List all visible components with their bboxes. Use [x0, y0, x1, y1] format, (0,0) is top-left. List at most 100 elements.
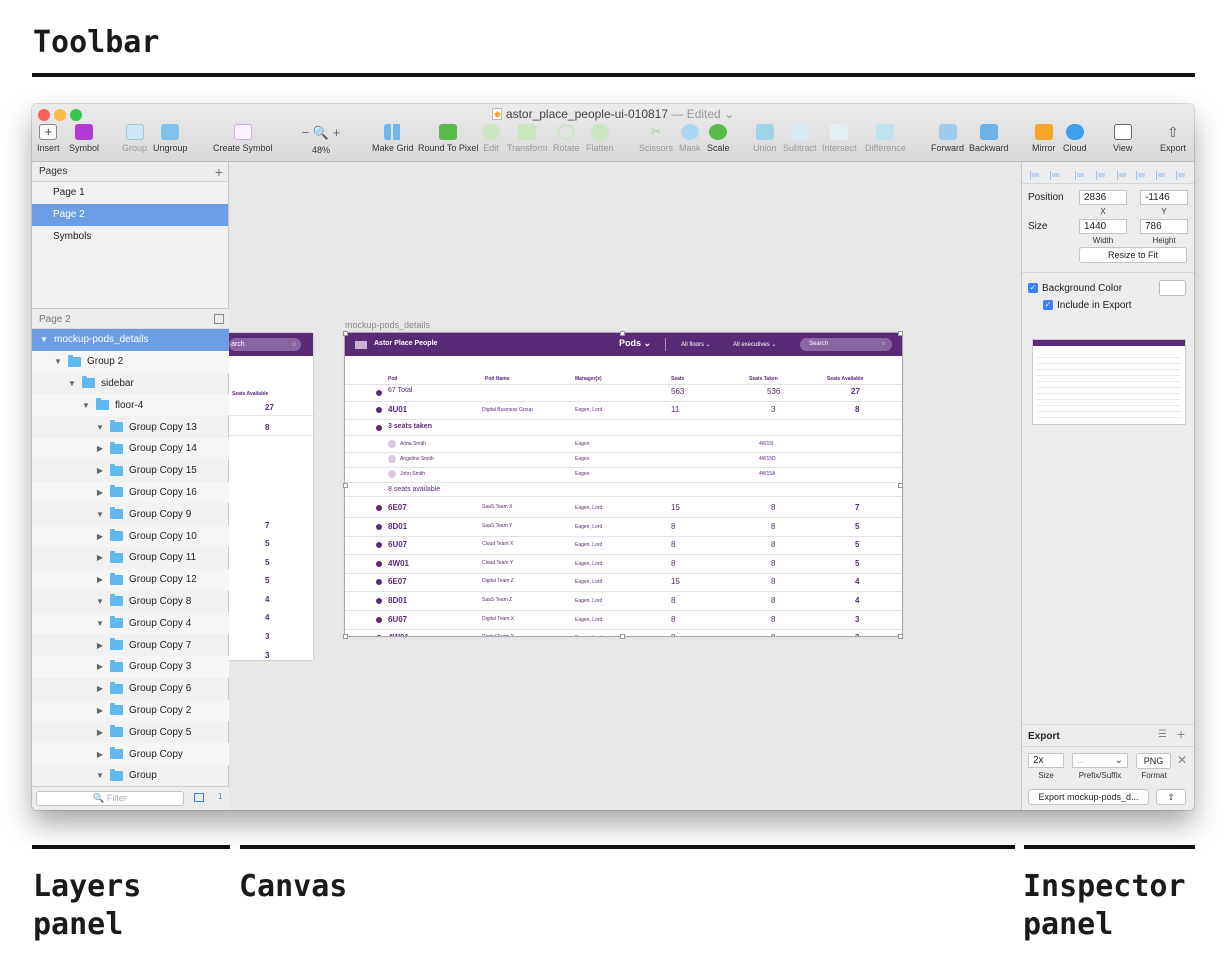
- collapse-icon[interactable]: [376, 407, 382, 413]
- align-icon[interactable]: [1096, 171, 1107, 180]
- export-format-select[interactable]: PNG: [1136, 753, 1171, 769]
- disclosure-closed-icon[interactable]: ▶: [94, 641, 106, 650]
- expand-icon[interactable]: [376, 390, 382, 396]
- symbol-button[interactable]: Symbol: [69, 124, 99, 153]
- include-in-export-checkbox[interactable]: ✓: [1043, 300, 1053, 310]
- intersect-button[interactable]: Intersect: [822, 124, 857, 153]
- align-icon[interactable]: [1075, 171, 1086, 180]
- layer-row[interactable]: ▼ Group Copy 9: [32, 503, 229, 525]
- disclosure-closed-icon[interactable]: ▶: [94, 728, 106, 737]
- disclosure-closed-icon[interactable]: ▶: [94, 706, 106, 715]
- align-icon[interactable]: [1117, 171, 1128, 180]
- nav-pods[interactable]: Pods ⌄: [619, 338, 651, 349]
- expand-icon[interactable]: [376, 523, 382, 530]
- make-grid-button[interactable]: Make Grid: [372, 124, 414, 153]
- align-icon[interactable]: [1050, 171, 1061, 180]
- align-icon[interactable]: [1176, 171, 1187, 180]
- align-icon[interactable]: [1030, 171, 1041, 180]
- disclosure-open-icon[interactable]: ▼: [94, 771, 106, 780]
- expand-icon[interactable]: [376, 598, 382, 604]
- position-y-input[interactable]: -1146: [1140, 190, 1188, 205]
- disclosure-closed-icon[interactable]: ▶: [94, 466, 106, 475]
- disclosure-closed-icon[interactable]: ▶: [94, 532, 106, 541]
- disclosure-closed-icon[interactable]: ▶: [94, 662, 106, 671]
- collapse-icon[interactable]: [214, 314, 224, 324]
- rotate-button[interactable]: Rotate: [553, 124, 580, 153]
- difference-button[interactable]: Difference: [865, 124, 906, 153]
- align-icon[interactable]: [1136, 171, 1147, 180]
- partial-search-field[interactable]: arch ○: [229, 338, 301, 351]
- group-button[interactable]: Group: [122, 124, 147, 153]
- export-artboard-button[interactable]: Export mockup-pods_d...: [1028, 789, 1149, 805]
- share-export-button[interactable]: ⇧: [1156, 789, 1186, 805]
- zoom-control[interactable]: − 🔍 + 48%: [298, 124, 344, 155]
- expand-icon[interactable]: [376, 616, 382, 623]
- canvas[interactable]: arch ○ Seats Available 27 8 7 5 5 5 4 4 3 3 mockup…: [229, 162, 1021, 810]
- resize-handle[interactable]: [620, 331, 625, 336]
- scale-button[interactable]: Scale: [707, 124, 730, 153]
- add-export-icon[interactable]: +: [1177, 726, 1185, 742]
- artboard-partial[interactable]: arch ○ Seats Available 27 8 7 5 5 5 4 4 3 3: [229, 333, 313, 660]
- expand-icon[interactable]: [376, 505, 382, 511]
- round-to-pixel-button[interactable]: Round To Pixel: [418, 124, 478, 153]
- export-prefix-select[interactable]: ... ⌄: [1072, 753, 1128, 768]
- disclosure-open-icon[interactable]: ▼: [94, 619, 106, 628]
- expand-icon[interactable]: [376, 635, 382, 636]
- layer-row[interactable]: ▼ Group Copy 4: [32, 612, 229, 635]
- add-page-icon[interactable]: +: [215, 162, 223, 182]
- backward-button[interactable]: Backward: [969, 124, 1009, 153]
- layer-row[interactable]: ▶ Group Copy 3: [32, 655, 229, 678]
- disclosure-closed-icon[interactable]: ▶: [94, 575, 106, 584]
- flatten-button[interactable]: Flatten: [586, 124, 614, 153]
- disclosure-closed-icon[interactable]: ▶: [94, 750, 106, 759]
- disclosure-open-icon[interactable]: ▼: [94, 510, 106, 519]
- page-item-symbols[interactable]: Symbols: [32, 226, 228, 248]
- expand-icon[interactable]: [376, 542, 382, 549]
- layer-row[interactable]: ▶ Group Copy 12: [32, 568, 229, 591]
- layer-row[interactable]: ▶ Group Copy 10: [32, 525, 229, 547]
- disclosure-open-icon[interactable]: ▼: [94, 423, 106, 432]
- layer-row[interactable]: ▼ Group Copy 13: [32, 416, 229, 438]
- layer-row[interactable]: ▼ Group: [32, 765, 229, 786]
- remove-export-icon[interactable]: ✕: [1177, 753, 1187, 767]
- subtract-button[interactable]: Subtract: [783, 124, 817, 153]
- layer-row[interactable]: ▶ Group Copy 5: [32, 721, 229, 743]
- expand-icon[interactable]: [376, 579, 382, 586]
- export-settings-icon[interactable]: ☰: [1158, 729, 1167, 740]
- background-color-swatch[interactable]: [1159, 280, 1186, 296]
- disclosure-open-icon[interactable]: ▼: [38, 335, 50, 344]
- mask-button[interactable]: Mask: [679, 124, 701, 153]
- page-item-2[interactable]: Page 2: [32, 204, 228, 226]
- layer-row[interactable]: ▶ Group Copy 2: [32, 699, 229, 722]
- mirror-button[interactable]: Mirror: [1032, 124, 1056, 153]
- executives-filter[interactable]: All executives ⌄: [733, 341, 776, 348]
- resize-handle[interactable]: [898, 331, 903, 336]
- floors-filter[interactable]: All floors ⌄: [681, 341, 711, 348]
- scissors-button[interactable]: ✂ Scissors: [639, 124, 673, 153]
- layer-row[interactable]: ▶ Group Copy 6: [32, 678, 229, 700]
- resize-to-fit-button[interactable]: Resize to Fit: [1079, 247, 1187, 263]
- align-icon[interactable]: [1156, 171, 1167, 180]
- create-symbol-button[interactable]: Create Symbol: [213, 124, 273, 153]
- resize-handle[interactable]: [620, 634, 625, 639]
- layer-row[interactable]: ▼ floor-4: [32, 394, 229, 417]
- disclosure-open-icon[interactable]: ▼: [94, 597, 106, 606]
- resize-handle[interactable]: [898, 634, 903, 639]
- disclosure-closed-icon[interactable]: ▶: [94, 488, 106, 497]
- union-button[interactable]: Union: [753, 124, 777, 153]
- insert-button[interactable]: + Insert: [37, 124, 60, 153]
- resize-handle[interactable]: [343, 634, 348, 639]
- export-size-input[interactable]: 2x: [1028, 753, 1064, 768]
- transform-button[interactable]: Transform: [507, 124, 548, 153]
- layer-row[interactable]: ▶ Group Copy: [32, 743, 229, 765]
- cloud-button[interactable]: Cloud: [1063, 124, 1087, 153]
- resize-handle[interactable]: [898, 483, 903, 488]
- layer-row[interactable]: ▶ Group Copy 16: [32, 481, 229, 504]
- layer-row[interactable]: ▶ Group Copy 7: [32, 634, 229, 656]
- layer-row[interactable]: ▶ Group Copy 11: [32, 547, 229, 569]
- layer-row[interactable]: ▼ mockup-pods_details: [32, 329, 229, 351]
- edit-button[interactable]: Edit: [482, 124, 500, 153]
- disclosure-closed-icon[interactable]: ▶: [94, 444, 106, 453]
- layer-row[interactable]: ▼ sidebar: [32, 373, 229, 395]
- layer-row[interactable]: ▼ Group 2: [32, 350, 229, 373]
